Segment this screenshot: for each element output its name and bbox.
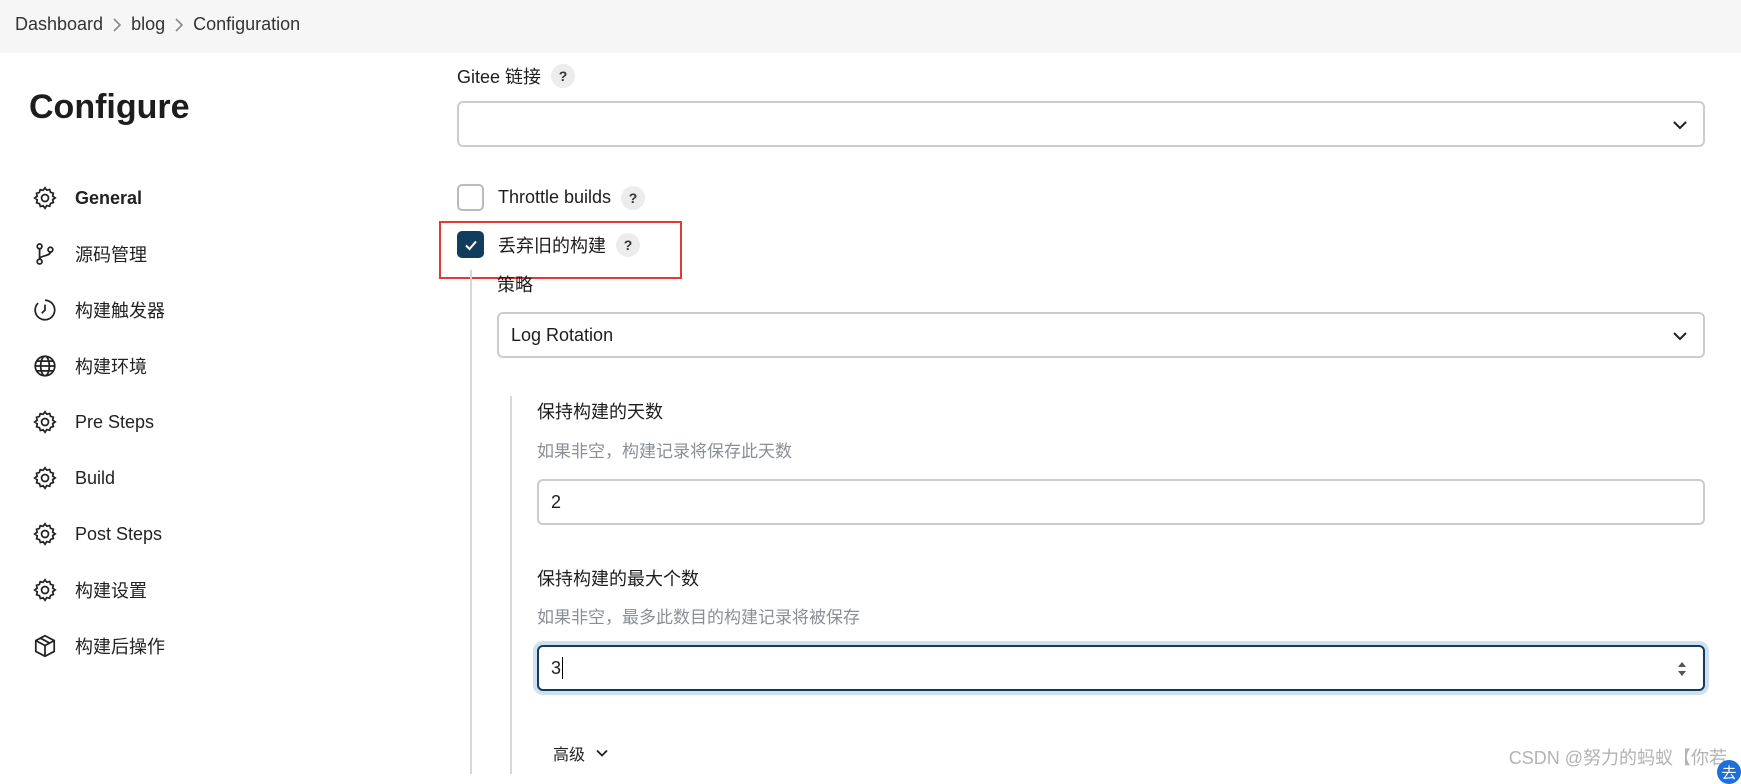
sidebar-item-build-settings[interactable]: 构建设置 bbox=[30, 562, 410, 618]
clock-icon bbox=[30, 295, 60, 325]
sidebar-item-general[interactable]: General bbox=[30, 170, 410, 226]
sidebar-item-build[interactable]: Build bbox=[30, 450, 410, 506]
nesting-line bbox=[510, 396, 512, 774]
sidebar-item-label: 构建后操作 bbox=[75, 637, 165, 657]
breadcrumb-dashboard[interactable]: Dashboard bbox=[15, 14, 103, 35]
sidebar-item-post-build-actions[interactable]: 构建后操作 bbox=[30, 618, 410, 674]
sidebar-item-source-control[interactable]: 源码管理 bbox=[30, 226, 410, 282]
max-builds-input[interactable]: 3 bbox=[537, 645, 1705, 691]
sidebar-item-label: General bbox=[75, 187, 143, 208]
sidebar-item-label: 构建设置 bbox=[75, 581, 147, 601]
sidebar-item-label: Post Steps bbox=[75, 523, 163, 544]
gear-icon bbox=[30, 183, 60, 213]
nesting-line bbox=[470, 270, 472, 774]
sidebar-item-build-environment[interactable]: 构建环境 bbox=[30, 338, 410, 394]
corner-badge: 去 bbox=[1717, 760, 1741, 784]
discard-old-builds-row: 丢弃旧的构建 ? bbox=[457, 231, 640, 258]
globe-icon bbox=[30, 351, 60, 381]
number-stepper-icon[interactable] bbox=[1675, 658, 1689, 680]
chevron-down-icon bbox=[1671, 116, 1689, 139]
chevron-right-icon bbox=[103, 14, 131, 35]
gitee-label-row: Gitee 链接 ? bbox=[457, 63, 576, 89]
gear-icon bbox=[30, 575, 60, 605]
discard-old-builds-checkbox[interactable] bbox=[457, 231, 484, 258]
breadcrumb-configuration[interactable]: Configuration bbox=[193, 14, 300, 35]
sidebar-item-label: Pre Steps bbox=[75, 411, 155, 432]
source-branch-icon bbox=[30, 239, 60, 269]
strategy-value: Log Rotation bbox=[511, 324, 614, 345]
sidebar-item-build-triggers[interactable]: 构建触发器 bbox=[30, 282, 410, 338]
sidebar: General 源码管理 构建触发器 构建环境 Pre Steps Build bbox=[30, 170, 410, 674]
watermark: CSDN @努力的蚂蚁【你若 bbox=[1508, 748, 1727, 768]
breadcrumb: Dashboard blog Configuration bbox=[15, 14, 300, 35]
max-builds-label: 保持构建的最大个数 bbox=[537, 569, 699, 589]
sidebar-item-label: 构建触发器 bbox=[75, 301, 165, 321]
advanced-label: 高级 bbox=[553, 747, 586, 764]
chevron-down-icon bbox=[1671, 327, 1689, 350]
days-to-keep-description: 如果非空，构建记录将保存此天数 bbox=[537, 442, 792, 461]
throttle-builds-checkbox[interactable] bbox=[457, 184, 484, 211]
help-icon[interactable]: ? bbox=[621, 185, 646, 210]
sidebar-item-label: 源码管理 bbox=[75, 245, 147, 265]
gitee-link-select[interactable] bbox=[457, 101, 1705, 147]
throttle-builds-label[interactable]: Throttle builds bbox=[498, 187, 611, 208]
gitee-label: Gitee 链接 bbox=[457, 67, 542, 87]
max-builds-description: 如果非空，最多此数目的构建记录将被保存 bbox=[537, 608, 860, 627]
breadcrumb-bar: Dashboard blog Configuration bbox=[0, 0, 1741, 53]
gear-icon bbox=[30, 519, 60, 549]
days-to-keep-label: 保持构建的天数 bbox=[537, 402, 663, 422]
discard-old-builds-label[interactable]: 丢弃旧的构建 bbox=[498, 232, 606, 258]
gear-icon bbox=[30, 407, 60, 437]
text-caret bbox=[562, 657, 564, 679]
sidebar-item-label: Build bbox=[75, 467, 116, 488]
package-icon bbox=[30, 631, 60, 661]
chevron-right-icon bbox=[165, 14, 193, 35]
help-icon[interactable]: ? bbox=[551, 64, 576, 88]
max-builds-value: 3 bbox=[551, 657, 562, 678]
page-title: Configure bbox=[29, 88, 190, 126]
sidebar-item-pre-steps[interactable]: Pre Steps bbox=[30, 394, 410, 450]
sidebar-item-post-steps[interactable]: Post Steps bbox=[30, 506, 410, 562]
throttle-builds-row: Throttle builds ? bbox=[457, 184, 646, 211]
days-to-keep-value: 2 bbox=[551, 491, 562, 512]
sidebar-item-label: 构建环境 bbox=[75, 357, 147, 377]
checkmark-icon bbox=[464, 240, 477, 250]
strategy-select[interactable]: Log Rotation bbox=[497, 312, 1705, 358]
help-icon[interactable]: ? bbox=[616, 232, 640, 257]
strategy-label: 策略 bbox=[497, 275, 533, 295]
breadcrumb-blog[interactable]: blog bbox=[131, 14, 165, 35]
advanced-toggle[interactable]: 高级 bbox=[553, 741, 609, 765]
chevron-down-icon bbox=[595, 746, 609, 760]
days-to-keep-input[interactable]: 2 bbox=[537, 479, 1705, 525]
gear-icon bbox=[30, 463, 60, 493]
